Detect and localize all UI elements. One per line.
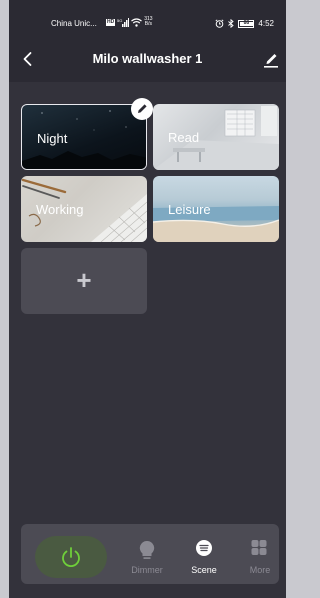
battery-icon: 88 xyxy=(238,19,255,28)
clock: 4:52 xyxy=(258,19,274,28)
power-button[interactable] xyxy=(35,536,107,578)
cellular-signal-icon: 5G xyxy=(117,17,130,27)
net-speed-unit: B/s xyxy=(144,21,153,27)
scene-label-read: Read xyxy=(168,130,200,145)
scene-icon xyxy=(196,540,212,556)
pencil-icon xyxy=(138,104,147,113)
scene-tile-read[interactable]: Read xyxy=(153,104,279,170)
edit-scene-button[interactable] xyxy=(131,98,153,120)
page-title: Milo wallwasher 1 xyxy=(92,51,203,66)
app-screen: China Unic... HD 5G 313 B/s 88 4:52 Milo… xyxy=(9,0,286,598)
bottom-tab-bar: Dimmer Scene More xyxy=(21,524,279,584)
scene-label-working: Working xyxy=(36,202,84,217)
tab-scene[interactable]: Scene xyxy=(176,524,232,584)
tab-dimmer[interactable]: Dimmer xyxy=(119,524,175,584)
tab-dimmer-label: Dimmer xyxy=(131,565,163,575)
tab-scene-label: Scene xyxy=(191,565,217,575)
back-icon[interactable] xyxy=(19,50,37,68)
wifi-icon xyxy=(131,17,143,27)
edit-device-icon[interactable] xyxy=(261,49,281,69)
add-scene-button[interactable]: + xyxy=(21,248,147,314)
scene-tile-night[interactable]: Night xyxy=(21,104,147,170)
scene-label-leisure: Leisure xyxy=(168,202,211,217)
status-right: 88 4:52 xyxy=(215,19,274,28)
tab-more[interactable]: More xyxy=(233,524,286,584)
status-bar: China Unic... HD 5G 313 B/s 88 4:52 xyxy=(9,0,286,36)
plus-icon: + xyxy=(76,265,92,295)
bluetooth-icon xyxy=(228,19,235,28)
svg-text:5G: 5G xyxy=(117,18,122,23)
scene-label-night: Night xyxy=(37,131,68,146)
grid-icon xyxy=(251,540,267,555)
net-speed: 313 B/s xyxy=(144,17,152,27)
carrier-label: China Unic... xyxy=(51,19,97,28)
power-icon xyxy=(62,547,80,568)
header-bar: Milo wallwasher 1 xyxy=(9,36,286,82)
scene-tile-working[interactable]: Working xyxy=(21,176,147,242)
tab-more-label: More xyxy=(249,565,271,575)
battery-level: 88 xyxy=(243,19,250,26)
alarm-icon xyxy=(215,19,224,28)
hd-badge: HD xyxy=(106,18,116,26)
scene-tile-leisure[interactable]: Leisure xyxy=(153,176,279,242)
signal-group: HD 5G 313 B/s xyxy=(106,17,153,27)
bulb-icon xyxy=(139,540,155,559)
